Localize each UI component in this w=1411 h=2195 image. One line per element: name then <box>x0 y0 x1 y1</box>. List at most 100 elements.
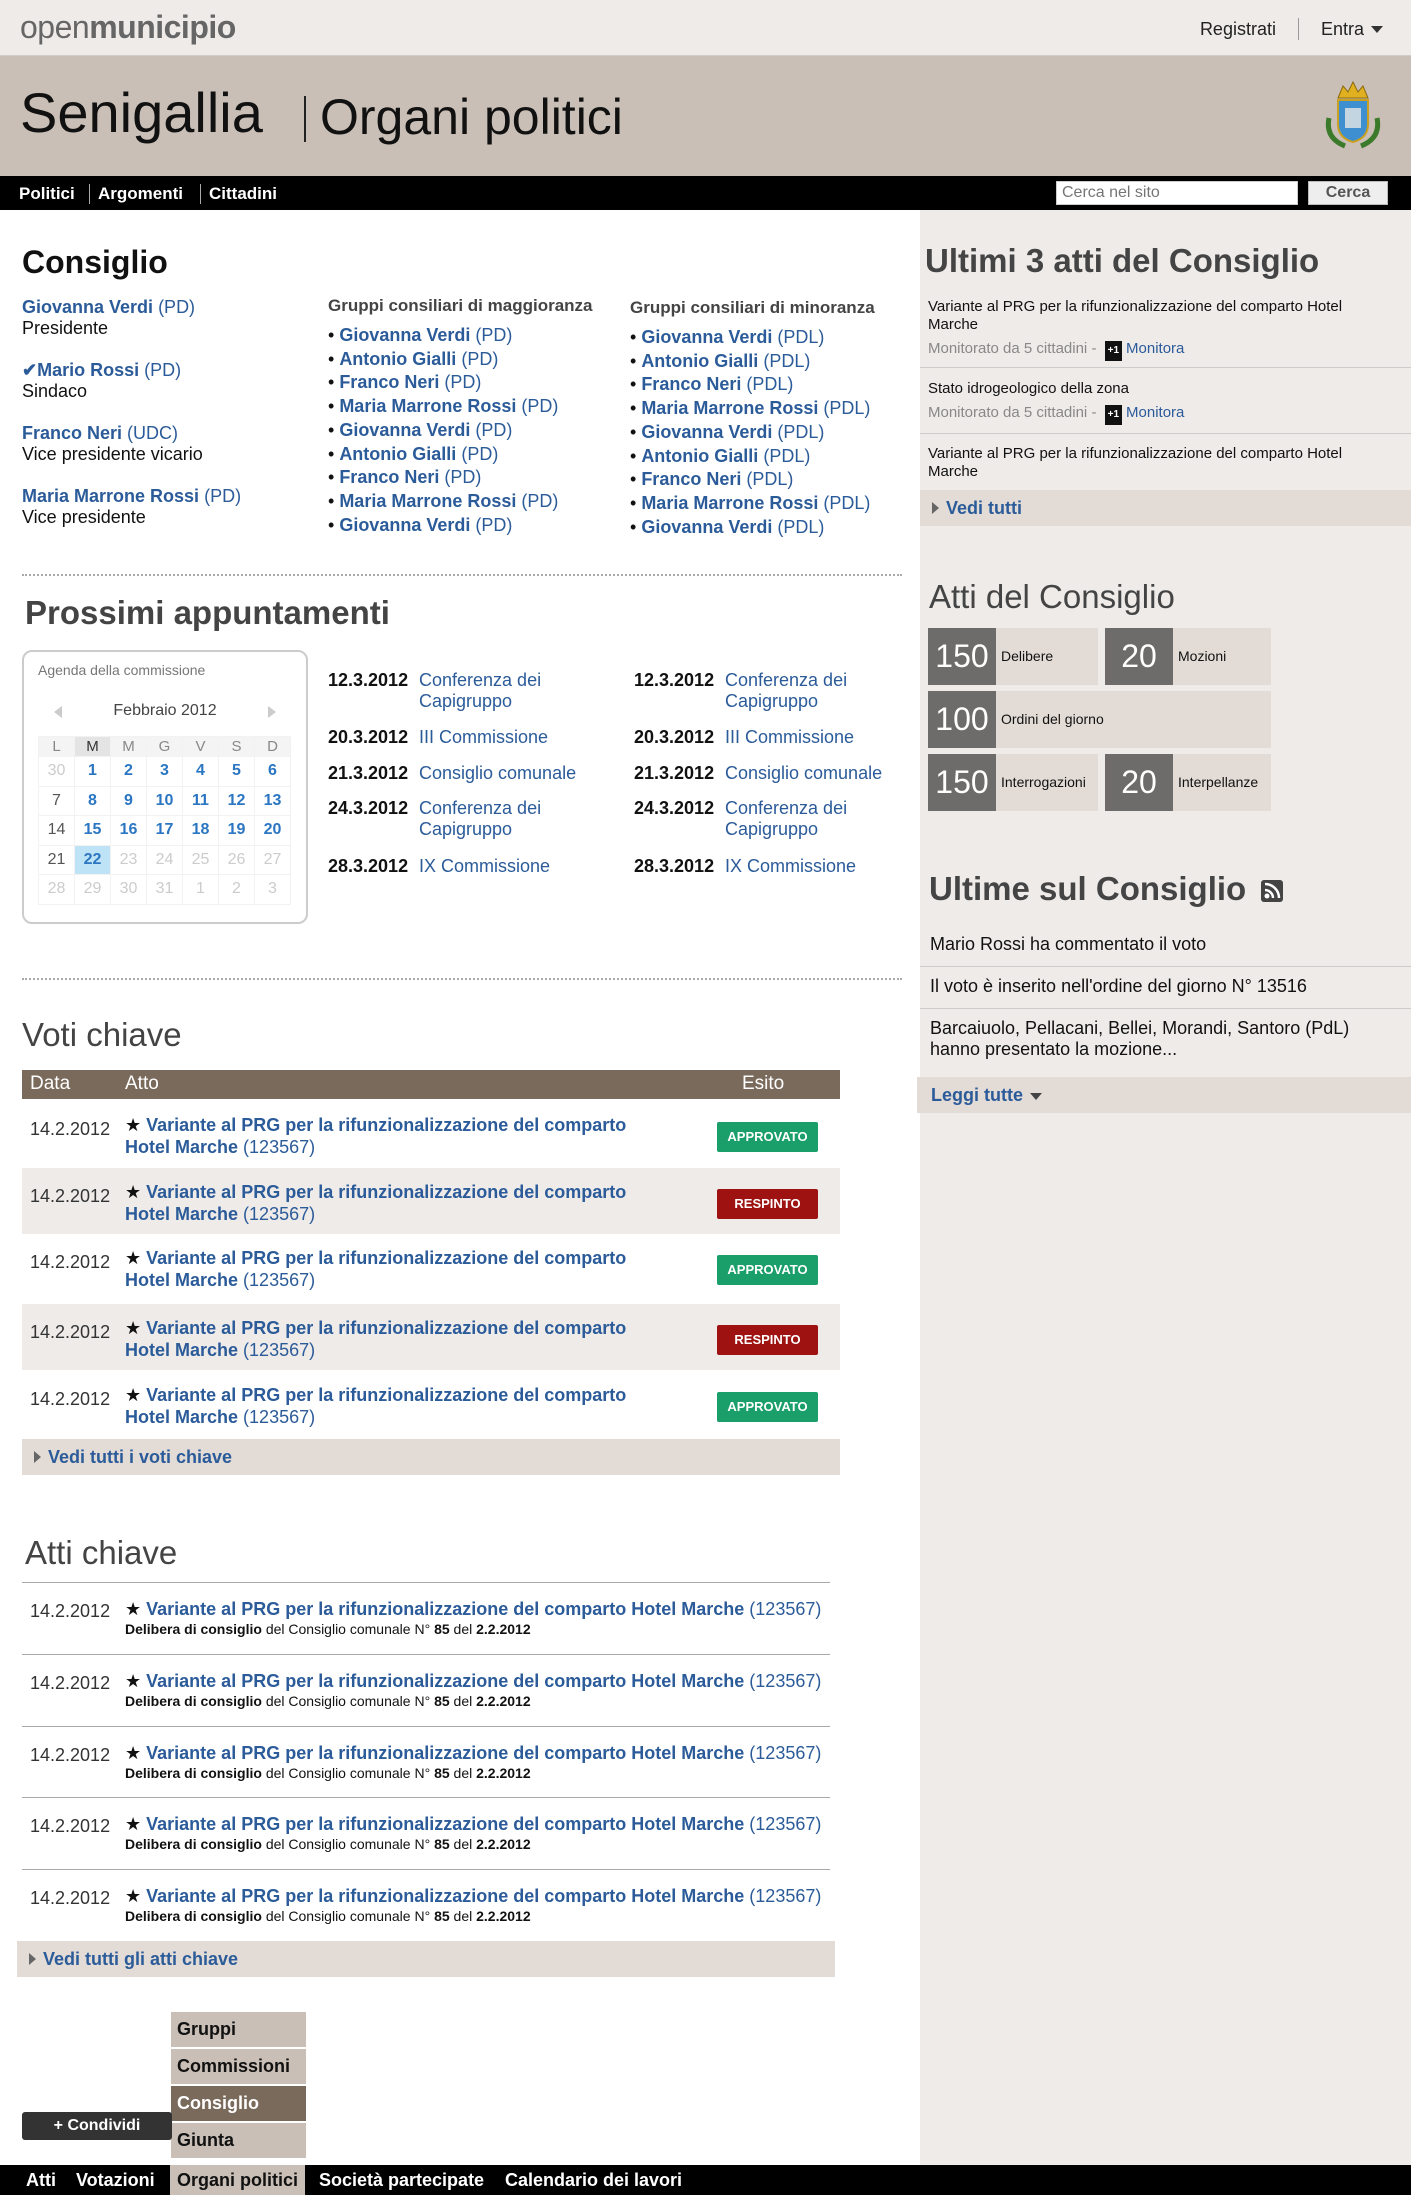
officer-name[interactable]: Maria Marrone Rossi <box>22 486 199 506</box>
star-icon[interactable]: ★ <box>125 1814 146 1834</box>
news-item[interactable]: Mario Rossi ha commentato il voto <box>930 934 1380 955</box>
star-icon[interactable]: ★ <box>125 1743 146 1763</box>
footer-votazioni[interactable]: Votazioni <box>76 2170 155 2191</box>
nav-cittadini[interactable]: Cittadini <box>209 184 277 204</box>
chevron-right-icon[interactable] <box>268 706 276 718</box>
stat-delibere[interactable]: 150 Delibere <box>928 628 1098 685</box>
site-logo[interactable]: openmunicipio <box>20 9 236 46</box>
footer-societa[interactable]: Società partecipate <box>319 2170 484 2191</box>
stat-mozioni[interactable]: 20 Mozioni <box>1105 628 1271 685</box>
appointment-link[interactable]: III Commissione <box>419 727 619 748</box>
calendar-day[interactable]: 4 <box>182 756 219 787</box>
stat-interpellanze[interactable]: 20 Interpellanze <box>1105 754 1271 811</box>
member-name[interactable]: Maria Marrone Rossi <box>641 398 818 418</box>
calendar-day[interactable]: 8 <box>74 785 111 816</box>
tab-consiglio[interactable]: Consiglio <box>170 2086 306 2121</box>
vote-act-link[interactable]: Variante al PRG per la rifunzionalizzazi… <box>125 1115 626 1157</box>
footer-calendario[interactable]: Calendario dei lavori <box>505 2170 682 2191</box>
calendar-day[interactable]: 22 <box>74 844 111 875</box>
register-link[interactable]: Registrati <box>1200 19 1276 40</box>
stat-ordini[interactable]: 100 Ordini del giorno <box>928 691 1271 748</box>
member-name[interactable]: Franco Neri <box>641 374 741 394</box>
member-name[interactable]: Giovanna Verdi <box>641 517 772 537</box>
calendar-day[interactable]: 15 <box>74 815 111 846</box>
calendar-day[interactable]: 11 <box>182 785 219 816</box>
member-name[interactable]: Maria Marrone Rossi <box>339 396 516 416</box>
star-icon[interactable]: ★ <box>125 1115 146 1135</box>
stat-interrogazioni[interactable]: 150 Interrogazioni <box>928 754 1098 811</box>
read-all-news-link[interactable]: Leggi tutte <box>917 1077 1411 1113</box>
appointment-link[interactable]: Consiglio comunale <box>419 763 619 784</box>
vote-act-link[interactable]: Variante al PRG per la rifunzionalizzazi… <box>125 1248 626 1290</box>
member-name[interactable]: Franco Neri <box>339 467 439 487</box>
member-name[interactable]: Giovanna Verdi <box>339 420 470 440</box>
member-name[interactable]: Giovanna Verdi <box>641 327 772 347</box>
member-name[interactable]: Giovanna Verdi <box>339 325 470 345</box>
footer-organi-politici[interactable]: Organi politici <box>170 2165 306 2195</box>
member-name[interactable]: Giovanna Verdi <box>641 422 772 442</box>
star-icon[interactable]: ★ <box>125 1248 146 1268</box>
calendar-day[interactable]: 20 <box>254 815 291 846</box>
vote-act-link[interactable]: Variante al PRG per la rifunzionalizzazi… <box>125 1182 626 1224</box>
member-name[interactable]: Franco Neri <box>339 372 439 392</box>
search-input[interactable] <box>1056 181 1298 205</box>
nav-politici[interactable]: Politici <box>19 184 75 204</box>
star-icon[interactable]: ★ <box>125 1671 146 1691</box>
last-act-title[interactable]: Variante al PRG per la rifunzionalizzazi… <box>928 298 1342 333</box>
calendar-day[interactable]: 10 <box>146 785 183 816</box>
star-icon[interactable]: ★ <box>125 1182 146 1202</box>
search-button[interactable]: Cerca <box>1308 181 1388 205</box>
login-dropdown[interactable]: Entra <box>1321 19 1383 40</box>
calendar-day[interactable]: 13 <box>254 785 291 816</box>
appointment-link[interactable]: Conferenza dei Capigruppo <box>725 798 925 840</box>
officer-name[interactable]: Mario Rossi <box>37 360 139 380</box>
appointment-link[interactable]: III Commissione <box>725 727 925 748</box>
appointment-link[interactable]: Conferenza dei Capigruppo <box>419 798 619 840</box>
calendar-day[interactable]: 5 <box>218 756 255 787</box>
monitor-button[interactable]: Monitora <box>1126 404 1184 421</box>
calendar-day[interactable]: 6 <box>254 756 291 787</box>
appointment-link[interactable]: Conferenza dei Capigruppo <box>419 670 619 712</box>
nav-argomenti[interactable]: Argomenti <box>98 184 183 204</box>
calendar-day[interactable]: 17 <box>146 815 183 846</box>
act-link[interactable]: Variante al PRG per la rifunzionalizzazi… <box>146 1671 744 1691</box>
member-name[interactable]: Antonio Gialli <box>339 444 456 464</box>
news-item[interactable]: Barcaiuolo, Pellacani, Bellei, Morandi, … <box>930 1018 1380 1060</box>
tab-gruppi[interactable]: Gruppi <box>170 2012 306 2047</box>
member-name[interactable]: Antonio Gialli <box>339 349 456 369</box>
calendar-day[interactable]: 3 <box>146 756 183 787</box>
officer-name[interactable]: Giovanna Verdi <box>22 297 153 317</box>
member-name[interactable]: Maria Marrone Rossi <box>339 491 516 511</box>
star-icon[interactable]: ★ <box>125 1385 146 1405</box>
appointment-link[interactable]: Consiglio comunale <box>725 763 925 784</box>
calendar-day[interactable]: 1 <box>74 756 111 787</box>
vote-act-link[interactable]: Variante al PRG per la rifunzionalizzazi… <box>125 1318 626 1360</box>
calendar-day[interactable]: 19 <box>218 815 255 846</box>
member-name[interactable]: Franco Neri <box>641 469 741 489</box>
star-icon[interactable]: ★ <box>125 1886 146 1906</box>
calendar-day[interactable]: 16 <box>110 815 147 846</box>
act-link[interactable]: Variante al PRG per la rifunzionalizzazi… <box>146 1599 744 1619</box>
member-name[interactable]: Maria Marrone Rossi <box>641 493 818 513</box>
news-item[interactable]: Il voto è inserito nell'ordine del giorn… <box>930 976 1380 997</box>
share-button[interactable]: + Condividi <box>22 2112 172 2140</box>
vote-act-link[interactable]: Variante al PRG per la rifunzionalizzazi… <box>125 1385 626 1427</box>
star-icon[interactable]: ★ <box>125 1318 146 1338</box>
monitor-button[interactable]: Monitora <box>1126 340 1184 357</box>
appointment-link[interactable]: IX Commissione <box>419 856 619 877</box>
calendar-day[interactable]: 9 <box>110 785 147 816</box>
calendar-day[interactable]: 18 <box>182 815 219 846</box>
tab-commissioni[interactable]: Commissioni <box>170 2049 306 2084</box>
see-all-acts-link[interactable]: Vedi tutti gli atti chiave <box>17 1941 835 1977</box>
rss-icon[interactable] <box>1261 880 1284 902</box>
act-link[interactable]: Variante al PRG per la rifunzionalizzazi… <box>146 1743 744 1763</box>
member-name[interactable]: Giovanna Verdi <box>339 515 470 535</box>
act-link[interactable]: Variante al PRG per la rifunzionalizzazi… <box>146 1814 744 1834</box>
star-icon[interactable]: ★ <box>125 1599 146 1619</box>
last-act-title[interactable]: Variante al PRG per la rifunzionalizzazi… <box>928 445 1342 480</box>
appointment-link[interactable]: IX Commissione <box>725 856 925 877</box>
see-all-last-acts-link[interactable]: Vedi tutti <box>920 490 1411 526</box>
calendar-day[interactable]: 12 <box>218 785 255 816</box>
member-name[interactable]: Antonio Gialli <box>641 351 758 371</box>
tab-giunta[interactable]: Giunta <box>170 2123 306 2158</box>
